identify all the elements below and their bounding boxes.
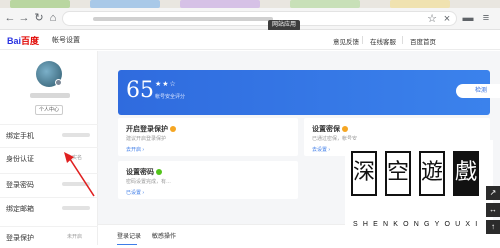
sidebar-item-label: 身份认证 xyxy=(6,156,34,163)
scroll-top-icon[interactable]: ↑ xyxy=(486,220,500,234)
browser-toolbar: ← → ↻ ⌂ ☆ × ▬ ≡ xyxy=(0,8,500,30)
back-icon[interactable]: ← xyxy=(4,12,16,24)
card-title: 设置密保 xyxy=(312,124,348,134)
security-score-card: 65 ★★☆ 帐号安全评分 检测 xyxy=(118,70,500,115)
security-score: 65 xyxy=(126,78,154,103)
expand-icon[interactable]: ↔ xyxy=(486,203,500,217)
tab-sensitive-ops[interactable]: 敏感操作 xyxy=(152,231,176,240)
card-link[interactable]: 已设置 › xyxy=(126,189,144,196)
refresh-icon[interactable]: ↻ xyxy=(33,12,45,24)
blurred-tab[interactable] xyxy=(390,0,450,8)
tab-login-records[interactable]: 登录记录 xyxy=(117,231,141,240)
card-title: 开启登录保护 xyxy=(126,124,176,134)
star-icon[interactable]: ☆ xyxy=(426,13,438,25)
browser-tab-strip xyxy=(0,0,500,8)
blurred-tab[interactable] xyxy=(90,0,160,8)
forward-icon[interactable]: → xyxy=(18,12,30,24)
card-login-protect[interactable]: 开启登录保护 建议开启登录保护 去开启 › xyxy=(118,118,298,156)
collections-icon[interactable]: ▬ xyxy=(462,12,474,24)
blurred-tab[interactable] xyxy=(10,0,70,8)
card-set-password[interactable]: 设置密码 密码设置完成，有… 已设置 › xyxy=(118,161,298,199)
watermark-text: SHENKONGYOUXI xyxy=(353,221,483,228)
card-title-text: 设置密保 xyxy=(312,126,340,133)
detect-button[interactable]: 检测 xyxy=(456,84,500,98)
watermark-char: 深 xyxy=(351,151,377,196)
card-desc: 密码设置完成，有… xyxy=(126,179,172,185)
sidebar-item-phone[interactable]: 绑定手机 xyxy=(0,124,98,146)
sidebar-item-label: 绑定手机 xyxy=(6,133,34,140)
blurred-username xyxy=(30,93,70,98)
card-link[interactable]: 去开启 › xyxy=(126,146,144,153)
feedback-link[interactable]: 意见反馈 xyxy=(333,36,359,46)
share-icon[interactable]: ↗ xyxy=(486,186,500,200)
online-service-link[interactable]: 在线客服 xyxy=(370,36,396,46)
warning-icon xyxy=(170,126,176,132)
close-icon[interactable]: × xyxy=(441,13,453,25)
card-desc: 建议开启登录保护 xyxy=(126,136,167,142)
sidebar: 个人中心 绑定手机 身份认证 未实名 登录密码 绑定邮箱 登录保护 未开启 xyxy=(0,51,98,245)
camera-icon[interactable] xyxy=(55,79,62,86)
score-caption: 帐号安全评分 xyxy=(155,94,186,100)
rating-stars: ★★☆ xyxy=(155,81,177,88)
sidebar-item-status: 未开启 xyxy=(67,234,83,240)
divider xyxy=(402,36,403,44)
check-icon xyxy=(156,169,162,175)
blurred-value xyxy=(62,133,90,137)
baidu-home-link[interactable]: 百度首页 xyxy=(410,36,436,46)
blurred-tab[interactable] xyxy=(180,0,260,8)
sidebar-item-label: 登录密码 xyxy=(6,182,34,189)
address-bar[interactable]: ☆ × xyxy=(62,11,457,26)
home-icon[interactable]: ⌂ xyxy=(47,12,59,24)
annotation-arrow xyxy=(64,152,95,197)
watermark-char: 遊 xyxy=(419,151,445,196)
personal-center-button[interactable]: 个人中心 xyxy=(35,105,63,115)
card-title-text: 设置密码 xyxy=(126,169,154,176)
logo-bai: Bai xyxy=(7,36,22,46)
blurred-value xyxy=(62,206,90,210)
divider xyxy=(362,36,363,44)
card-link[interactable]: 去设置 › xyxy=(312,146,330,153)
warning-icon xyxy=(342,126,348,132)
baidu-logo[interactable]: Bai百度 xyxy=(7,34,39,47)
site-header: Bai百度 帐号设置 意见反馈 在线客服 百度首页 xyxy=(0,30,500,50)
watermark-char: 戲 xyxy=(453,151,479,196)
blurred-url xyxy=(93,17,273,21)
sidebar-item-label: 登录保护 xyxy=(6,235,34,242)
logo-du: 百度 xyxy=(21,36,40,46)
blurred-tab[interactable] xyxy=(290,0,360,8)
sidebar-item-label: 绑定邮箱 xyxy=(6,206,34,213)
watermark-char: 空 xyxy=(385,151,411,196)
menu-icon[interactable]: ≡ xyxy=(480,12,492,24)
card-title: 设置密码 xyxy=(126,167,162,177)
page-title: 帐号设置 xyxy=(52,37,80,44)
card-title-text: 开启登录保护 xyxy=(126,126,168,133)
